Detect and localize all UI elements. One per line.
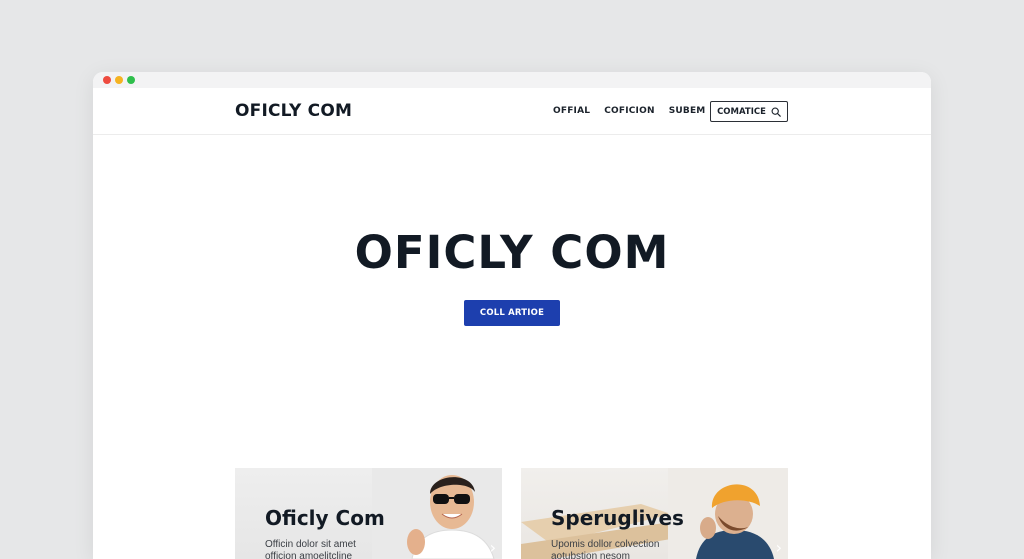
nav-links: OFFIAL COFICION SUBEM	[553, 106, 705, 116]
card-title: Oficly Com	[265, 506, 385, 530]
maximize-window-dot[interactable]	[127, 76, 135, 84]
person-beanie-photo	[668, 468, 788, 559]
search-button[interactable]: COMATICE	[710, 101, 788, 122]
person-sunglasses-photo	[372, 468, 502, 559]
chevron-right-icon[interactable]: ›	[776, 538, 782, 557]
search-button-label: COMATICE	[717, 106, 766, 117]
site-logo[interactable]: OFICLY COM	[235, 101, 352, 121]
top-navigation: OFICLY COM OFFIAL COFICION SUBEM COMATIC…	[93, 88, 931, 135]
search-icon	[771, 107, 781, 117]
nav-link-offial[interactable]: OFFIAL	[553, 106, 590, 116]
browser-window: OFICLY COM OFFIAL COFICION SUBEM COMATIC…	[93, 72, 931, 559]
feature-card-2[interactable]: Speruglives Upomis dollor colvection aot…	[521, 468, 788, 559]
chevron-right-icon[interactable]: ›	[490, 538, 496, 557]
minimize-window-dot[interactable]	[115, 76, 123, 84]
hero-title: OFICLY COM	[354, 226, 670, 279]
hero-cta-button[interactable]: COLL ARTIOE	[464, 300, 560, 326]
nav-link-coficion[interactable]: COFICION	[604, 106, 655, 116]
card-description: Officin dolor sit amet officion amoelitc…	[265, 539, 356, 559]
card-description: Upomis dollor colvection aotubstion neso…	[551, 539, 660, 559]
nav-link-subem[interactable]: SUBEM	[669, 106, 706, 116]
card-title: Speruglives	[551, 506, 684, 530]
window-chrome	[93, 72, 931, 88]
feature-card-1[interactable]: Oficly Com Officin dolor sit amet offici…	[235, 468, 502, 559]
close-window-dot[interactable]	[103, 76, 111, 84]
